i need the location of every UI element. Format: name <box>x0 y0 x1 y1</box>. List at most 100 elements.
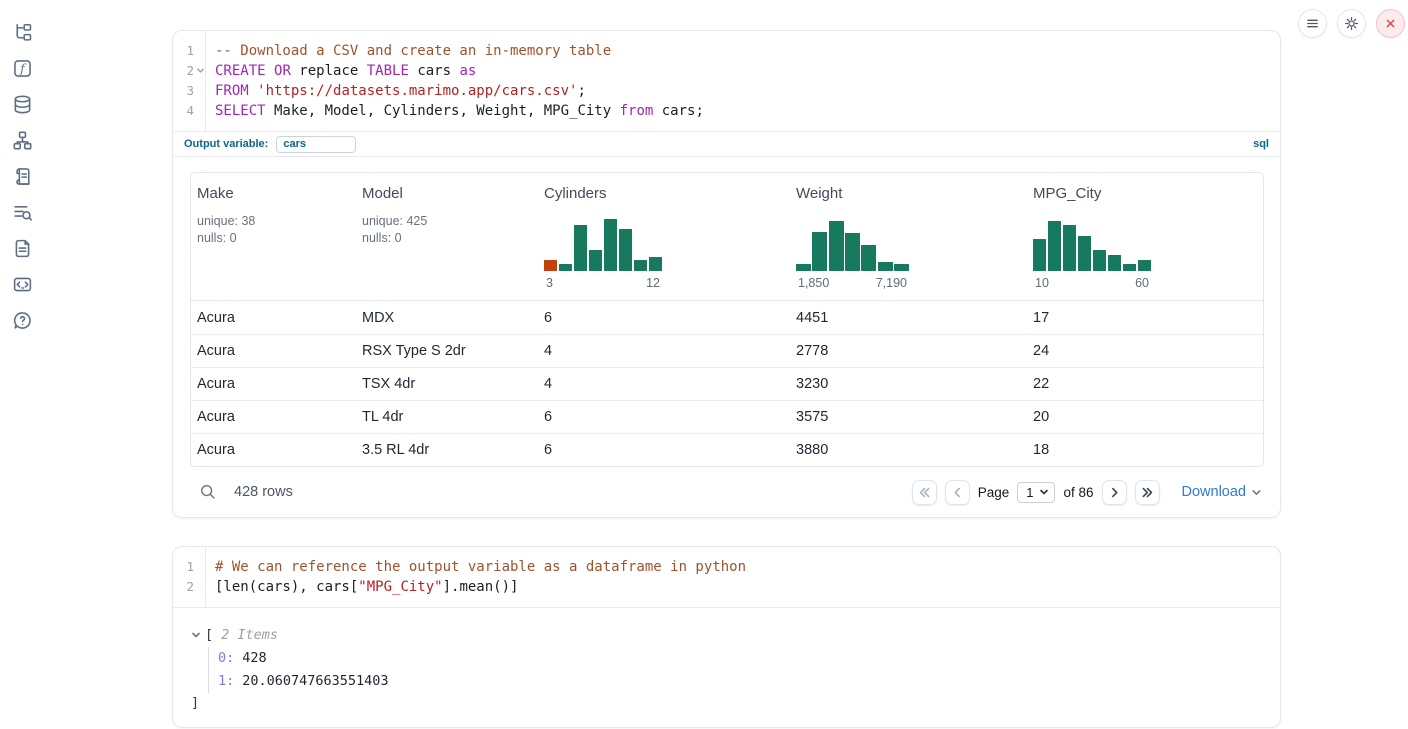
table-row[interactable]: Acura3.5 RL 4dr6388018 <box>191 433 1263 466</box>
chevron-down-icon <box>1251 487 1262 498</box>
cell-weight: 3880 <box>796 442 1033 458</box>
download-button[interactable]: Download <box>1182 484 1263 500</box>
tree-entry-key: 1: <box>218 673 234 689</box>
column-stat: nulls: 0 <box>362 230 544 247</box>
sidebar-item-dependency-graph[interactable] <box>11 129 33 151</box>
histogram-bar[interactable] <box>1138 260 1151 271</box>
histogram-bar[interactable] <box>649 257 662 271</box>
table-row[interactable]: AcuraTL 4dr6357520 <box>191 400 1263 433</box>
code-token: OR <box>274 63 291 79</box>
code-token: # We can reference the output variable a… <box>215 559 746 575</box>
line-number: 2 <box>173 577 205 597</box>
notebook-cells: 1 2 3 4 -- Download a CSV and create an in-… <box>172 30 1281 728</box>
sidebar-item-file-explorer[interactable] <box>11 21 33 43</box>
code-token: SELECT <box>215 103 266 119</box>
column-header-weight[interactable]: Weight1,8507,190 <box>796 184 1033 290</box>
cell-mpg_city: 22 <box>1033 376 1263 392</box>
sidebar-item-scratchpad[interactable] <box>11 165 33 187</box>
tree-entry: 1:20.060747663551403 <box>218 670 1266 693</box>
histogram-bar[interactable] <box>829 221 844 271</box>
last-page-button[interactable] <box>1135 480 1160 505</box>
table-row[interactable]: AcuraRSX Type S 2dr4277824 <box>191 334 1263 367</box>
histogram-bar[interactable] <box>589 250 602 271</box>
histogram-min-label: 3 <box>546 276 553 290</box>
output-variable-bar: Output variable: sql <box>173 131 1280 157</box>
logs-icon <box>12 202 33 223</box>
code-token: "MPG_City" <box>358 579 442 595</box>
table-output: Makeunique: 38nulls: 0Modelunique: 425nu… <box>173 157 1280 517</box>
page-select-value: 1 <box>1026 485 1033 500</box>
code-token: -- Download a CSV and create an in-memor… <box>215 43 611 59</box>
histogram-bar[interactable] <box>1123 264 1136 271</box>
sidebar-item-snippets[interactable] <box>11 273 33 295</box>
page-select[interactable]: 1 <box>1017 482 1055 503</box>
settings-button[interactable] <box>1337 9 1366 38</box>
histogram-bar[interactable] <box>796 264 811 271</box>
code-token <box>266 63 274 79</box>
next-page-button[interactable] <box>1102 480 1127 505</box>
column-header-cylinders[interactable]: Cylinders312 <box>544 184 796 290</box>
column-header-make[interactable]: Makeunique: 38nulls: 0 <box>197 184 362 290</box>
code-token: ].mean()] <box>443 579 519 595</box>
sidebar-item-variables[interactable]: f <box>11 57 33 79</box>
fold-chevron-icon[interactable] <box>196 66 205 75</box>
histogram-bar[interactable] <box>845 233 860 271</box>
code-token: Make, Model, Cylinders, Weight, MPG_City <box>266 103 620 119</box>
sidebar-item-logs[interactable] <box>11 201 33 223</box>
python-code-editor[interactable]: 12 # We can reference the output variabl… <box>173 547 1280 608</box>
column-stat: unique: 425 <box>362 213 544 230</box>
histogram-bar[interactable] <box>861 245 876 271</box>
histogram-min-label: 1,850 <box>798 276 829 290</box>
column-header-mpg_city[interactable]: MPG_City1060 <box>1033 184 1263 290</box>
column-stats: unique: 38nulls: 0 <box>197 213 362 246</box>
histogram-bar[interactable] <box>559 264 572 271</box>
histogram-bar[interactable] <box>604 219 617 271</box>
page-label: Page <box>978 485 1010 500</box>
column-header-model[interactable]: Modelunique: 425nulls: 0 <box>362 184 544 290</box>
histogram-bar[interactable] <box>878 262 893 271</box>
cell-cylinders: 6 <box>544 442 796 458</box>
language-badge: sql <box>1253 138 1269 150</box>
cell-mpg_city: 20 <box>1033 409 1263 425</box>
histogram-bar[interactable] <box>812 232 827 271</box>
prev-page-button[interactable] <box>945 480 970 505</box>
tree-entry-value: 428 <box>242 650 266 666</box>
histogram-bar[interactable] <box>1033 239 1046 271</box>
cell-mpg_city: 24 <box>1033 343 1263 359</box>
row-count: 428 rows <box>234 484 293 500</box>
notebook-menu-button[interactable] <box>1298 9 1327 38</box>
table-row[interactable]: AcuraTSX 4dr4323022 <box>191 367 1263 400</box>
collapse-chevron-icon[interactable] <box>191 630 205 640</box>
table-row[interactable]: AcuraMDX6445117 <box>191 301 1263 334</box>
sidebar-item-documentation[interactable] <box>11 237 33 259</box>
chevron-left-icon <box>950 485 965 500</box>
sql-code-editor[interactable]: 1234 -- Download a CSV and create an in-… <box>173 31 1280 131</box>
histogram-bar[interactable] <box>1093 250 1106 271</box>
output-variable-input[interactable] <box>276 136 356 153</box>
datasources-icon <box>12 94 33 115</box>
histogram: 1,8507,190 <box>796 217 1033 290</box>
sidebar-item-help[interactable] <box>11 309 33 331</box>
histogram-bar[interactable] <box>574 225 587 271</box>
histogram-bar[interactable] <box>1108 255 1121 271</box>
cell-mpg_city: 17 <box>1033 310 1263 326</box>
cell-cylinders: 4 <box>544 343 796 359</box>
histogram-bar[interactable] <box>634 260 647 271</box>
histogram-bar[interactable] <box>1048 221 1061 271</box>
histogram-bar[interactable] <box>1063 225 1076 271</box>
histogram-bar[interactable] <box>619 229 632 271</box>
search-icon[interactable] <box>199 483 217 501</box>
histogram-bar[interactable] <box>1078 236 1091 271</box>
code-line: FROM 'https://datasets.marimo.app/cars.c… <box>215 81 1280 101</box>
sidebar-item-datasources[interactable] <box>11 93 33 115</box>
cell-weight: 3575 <box>796 409 1033 425</box>
histogram-bar[interactable] <box>544 260 557 271</box>
file-explorer-icon <box>12 22 33 43</box>
gear-icon <box>1343 15 1360 32</box>
shutdown-button[interactable] <box>1376 9 1405 38</box>
histogram-bar[interactable] <box>894 264 909 271</box>
code-token: replace <box>291 63 367 79</box>
double-chevron-right-icon <box>1140 485 1155 500</box>
tree-entry-key: 0: <box>218 650 234 666</box>
first-page-button[interactable] <box>912 480 937 505</box>
